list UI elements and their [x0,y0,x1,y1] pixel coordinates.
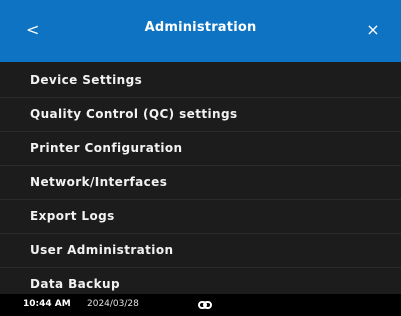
admin-menu-list: Device Settings Quality Control (QC) set… [0,64,401,301]
menu-item-label: Network/Interfaces [30,175,168,189]
menu-item-label: Quality Control (QC) settings [30,107,238,121]
header-bar: < Administration × [0,0,401,62]
close-icon: × [366,20,380,39]
administration-screen: < Administration × Device Settings Quali… [0,0,401,316]
menu-item-user-administration[interactable]: User Administration [0,234,401,268]
menu-item-label: User Administration [30,243,174,257]
chevron-left-icon: < [26,20,40,39]
menu-item-qc-settings[interactable]: Quality Control (QC) settings [0,98,401,132]
menu-item-device-settings[interactable]: Device Settings [0,64,401,98]
menu-item-label: Data Backup [30,277,120,291]
menu-item-network-interfaces[interactable]: Network/Interfaces [0,166,401,200]
menu-item-label: Device Settings [30,73,143,87]
menu-item-printer-configuration[interactable]: Printer Configuration [0,132,401,166]
link-icon [198,299,212,311]
menu-item-label: Export Logs [30,209,115,223]
menu-item-export-logs[interactable]: Export Logs [0,200,401,234]
page-title: Administration [144,20,257,35]
status-time: 10:44 AM [23,299,71,309]
menu-item-label: Printer Configuration [30,141,183,155]
back-button[interactable]: < [26,18,46,42]
close-button[interactable]: × [363,18,383,42]
status-bar: 10:44 AM 2024/03/28 [0,294,401,316]
status-date: 2024/03/28 [87,299,139,309]
